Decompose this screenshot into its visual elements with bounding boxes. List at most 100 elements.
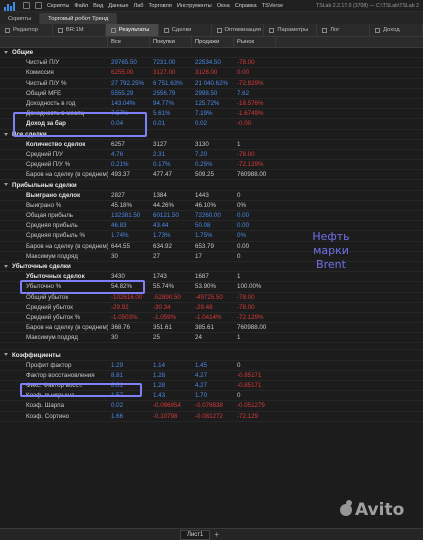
table-row: Общая прибыль 132381.50 60121.50 72260.00 0.…	[0, 211, 423, 222]
column-header[interactable]: Все	[108, 37, 150, 47]
tab-label: Редактор	[13, 27, 38, 33]
table-cell: 46.83	[111, 222, 127, 230]
account-label[interactable]: TSVerse	[262, 3, 283, 9]
collapse-arrow-icon[interactable]	[4, 183, 8, 187]
table-cell	[108, 262, 150, 271]
menu-item[interactable]: Лаб	[133, 3, 143, 9]
menu-item[interactable]: Справка	[235, 3, 257, 9]
table-cell: 0.02	[195, 120, 208, 128]
view-tab[interactable]: Параметры	[264, 24, 318, 36]
table-cell: 385.61	[195, 324, 214, 332]
add-sheet-icon[interactable]: +	[214, 530, 219, 539]
table-cell: 21 040.62%	[195, 79, 229, 87]
table-cell: 0.00	[237, 222, 250, 230]
collapse-arrow-icon[interactable]	[4, 353, 8, 357]
column-header[interactable]: Рынок	[234, 37, 276, 47]
table-cell: -52890.50	[153, 293, 181, 301]
sheet-tab[interactable]: Лист1	[180, 529, 211, 540]
table-cell	[234, 262, 276, 271]
table-row: Баров на сделку (в среднем) 368.76 351.61 3…	[0, 323, 423, 334]
row-label: Фактор восстановления	[26, 371, 95, 379]
table-cell: 1384	[153, 191, 167, 199]
table-cell: 1.28	[153, 371, 166, 379]
table-cell: 1.74%	[111, 232, 129, 240]
view-tab[interactable]: Доход	[370, 24, 423, 36]
menu-item[interactable]: Окна	[217, 3, 230, 9]
table-cell: 653.79	[195, 242, 214, 250]
table-cell: 0.17%	[153, 161, 171, 169]
table-cell: 125.72%	[195, 100, 220, 108]
collapse-arrow-icon[interactable]	[4, 51, 8, 54]
tab-icon	[269, 27, 275, 33]
view-tab[interactable]: BR:1M	[53, 24, 106, 36]
row-label: Выиграно %	[26, 201, 62, 209]
row-label: Комиссия	[26, 69, 54, 77]
table-cell: 368.76	[111, 324, 130, 332]
tab-label: Параметры	[277, 27, 309, 33]
table-row: Коэф. Шарпа 0.02 -0.096954 -0.076838 -0.0512…	[0, 401, 423, 412]
table-row: Доходность в год 143.04% 94.77% 125.72% -18.…	[0, 99, 423, 110]
column-header[interactable]	[0, 37, 108, 47]
highlight-box-yield	[13, 112, 147, 137]
table-cell: -29.92	[111, 303, 129, 311]
table-row: Количество сделок 6257 3127 3130 1	[0, 140, 423, 150]
table-header: Все Покупки Продажи Рынок	[0, 37, 423, 48]
table-cell: 46.10%	[195, 201, 216, 209]
tab-label: Оптимизация	[224, 27, 261, 33]
menu-item[interactable]: Вид	[93, 3, 103, 9]
save-icon[interactable]	[23, 2, 30, 9]
tab-icon	[110, 27, 116, 33]
table-cell: 7.62	[237, 89, 250, 97]
table-cell: -72.129%	[237, 161, 264, 169]
collapse-arrow-icon[interactable]	[4, 132, 8, 136]
view-tab[interactable]: Результаты	[105, 24, 159, 36]
table-cell: 1.70	[195, 392, 208, 400]
annotation-line: марки	[313, 244, 349, 257]
table-cell	[234, 350, 276, 359]
open-icon[interactable]	[35, 2, 42, 9]
row-label: Максимум подряд	[26, 334, 78, 342]
table-cell: -1.0503%	[111, 313, 138, 321]
table-cell	[192, 130, 234, 139]
table-cell: -29.48	[195, 303, 213, 311]
menu-item[interactable]: Данные	[108, 3, 128, 9]
row-label: Максимум подряд	[26, 252, 78, 260]
annotation-line: Нефть	[312, 230, 350, 243]
table-row: Баров на сделку (в среднем) 644.55 634.92 6…	[0, 242, 423, 252]
document-tab[interactable]: Торговый робот Тренд	[40, 13, 118, 24]
collapse-arrow-icon[interactable]	[4, 264, 8, 268]
column-header[interactable]: Продажи	[192, 37, 234, 47]
table-cell: 29765.50	[111, 59, 137, 67]
table-row: Чистый П/У 29765.50 7231.00 22534.50 -78.00	[0, 58, 423, 69]
view-tab[interactable]: Редактор	[0, 24, 53, 36]
column-header[interactable]: Покупки	[150, 37, 192, 47]
table-cell: 509.25	[195, 171, 214, 179]
menu-item[interactable]: Инструменты	[177, 3, 212, 9]
table-cell: 72260.00	[195, 212, 221, 220]
table-row: Общий убыток -102616.00 -52890.50 -49725.50…	[0, 293, 423, 303]
table-cell: 60121.50	[153, 212, 179, 220]
section-row: Общие	[0, 48, 423, 59]
menu-item[interactable]: Файл	[74, 3, 88, 9]
table-cell: 0.21%	[111, 161, 129, 169]
table-cell: -0.85171	[237, 382, 262, 390]
table-body: Общие Чистый П/У 29765.50 7231.00 22534.50 -7…	[0, 48, 423, 422]
table-cell: 100.00%	[237, 283, 262, 291]
table-cell: 94.77%	[153, 100, 174, 108]
table-row: Средний убыток -29.92 -30.34 -29.48 -78.00	[0, 303, 423, 313]
table-cell: 0.00	[237, 212, 250, 220]
table-cell: 1	[237, 140, 241, 148]
menu-item[interactable]: Торговля	[148, 3, 171, 9]
avito-logo-icon	[340, 500, 352, 516]
view-tab[interactable]: Оптимизация	[212, 24, 265, 36]
view-tab[interactable]: Лог	[317, 24, 371, 36]
table-cell: 1	[237, 334, 241, 342]
table-cell: -30.34	[153, 303, 171, 311]
table-cell: -78.00	[237, 59, 255, 67]
view-tab[interactable]: Сделки	[159, 24, 212, 36]
table-cell	[108, 350, 150, 359]
table-row: Коэф. Сортино 1.66 -0.10798 -0.081272 -72.12…	[0, 412, 423, 422]
document-tab[interactable]: Скрипты	[0, 13, 41, 24]
menu-item[interactable]: Скрипты	[47, 3, 69, 9]
table-cell	[192, 350, 234, 359]
